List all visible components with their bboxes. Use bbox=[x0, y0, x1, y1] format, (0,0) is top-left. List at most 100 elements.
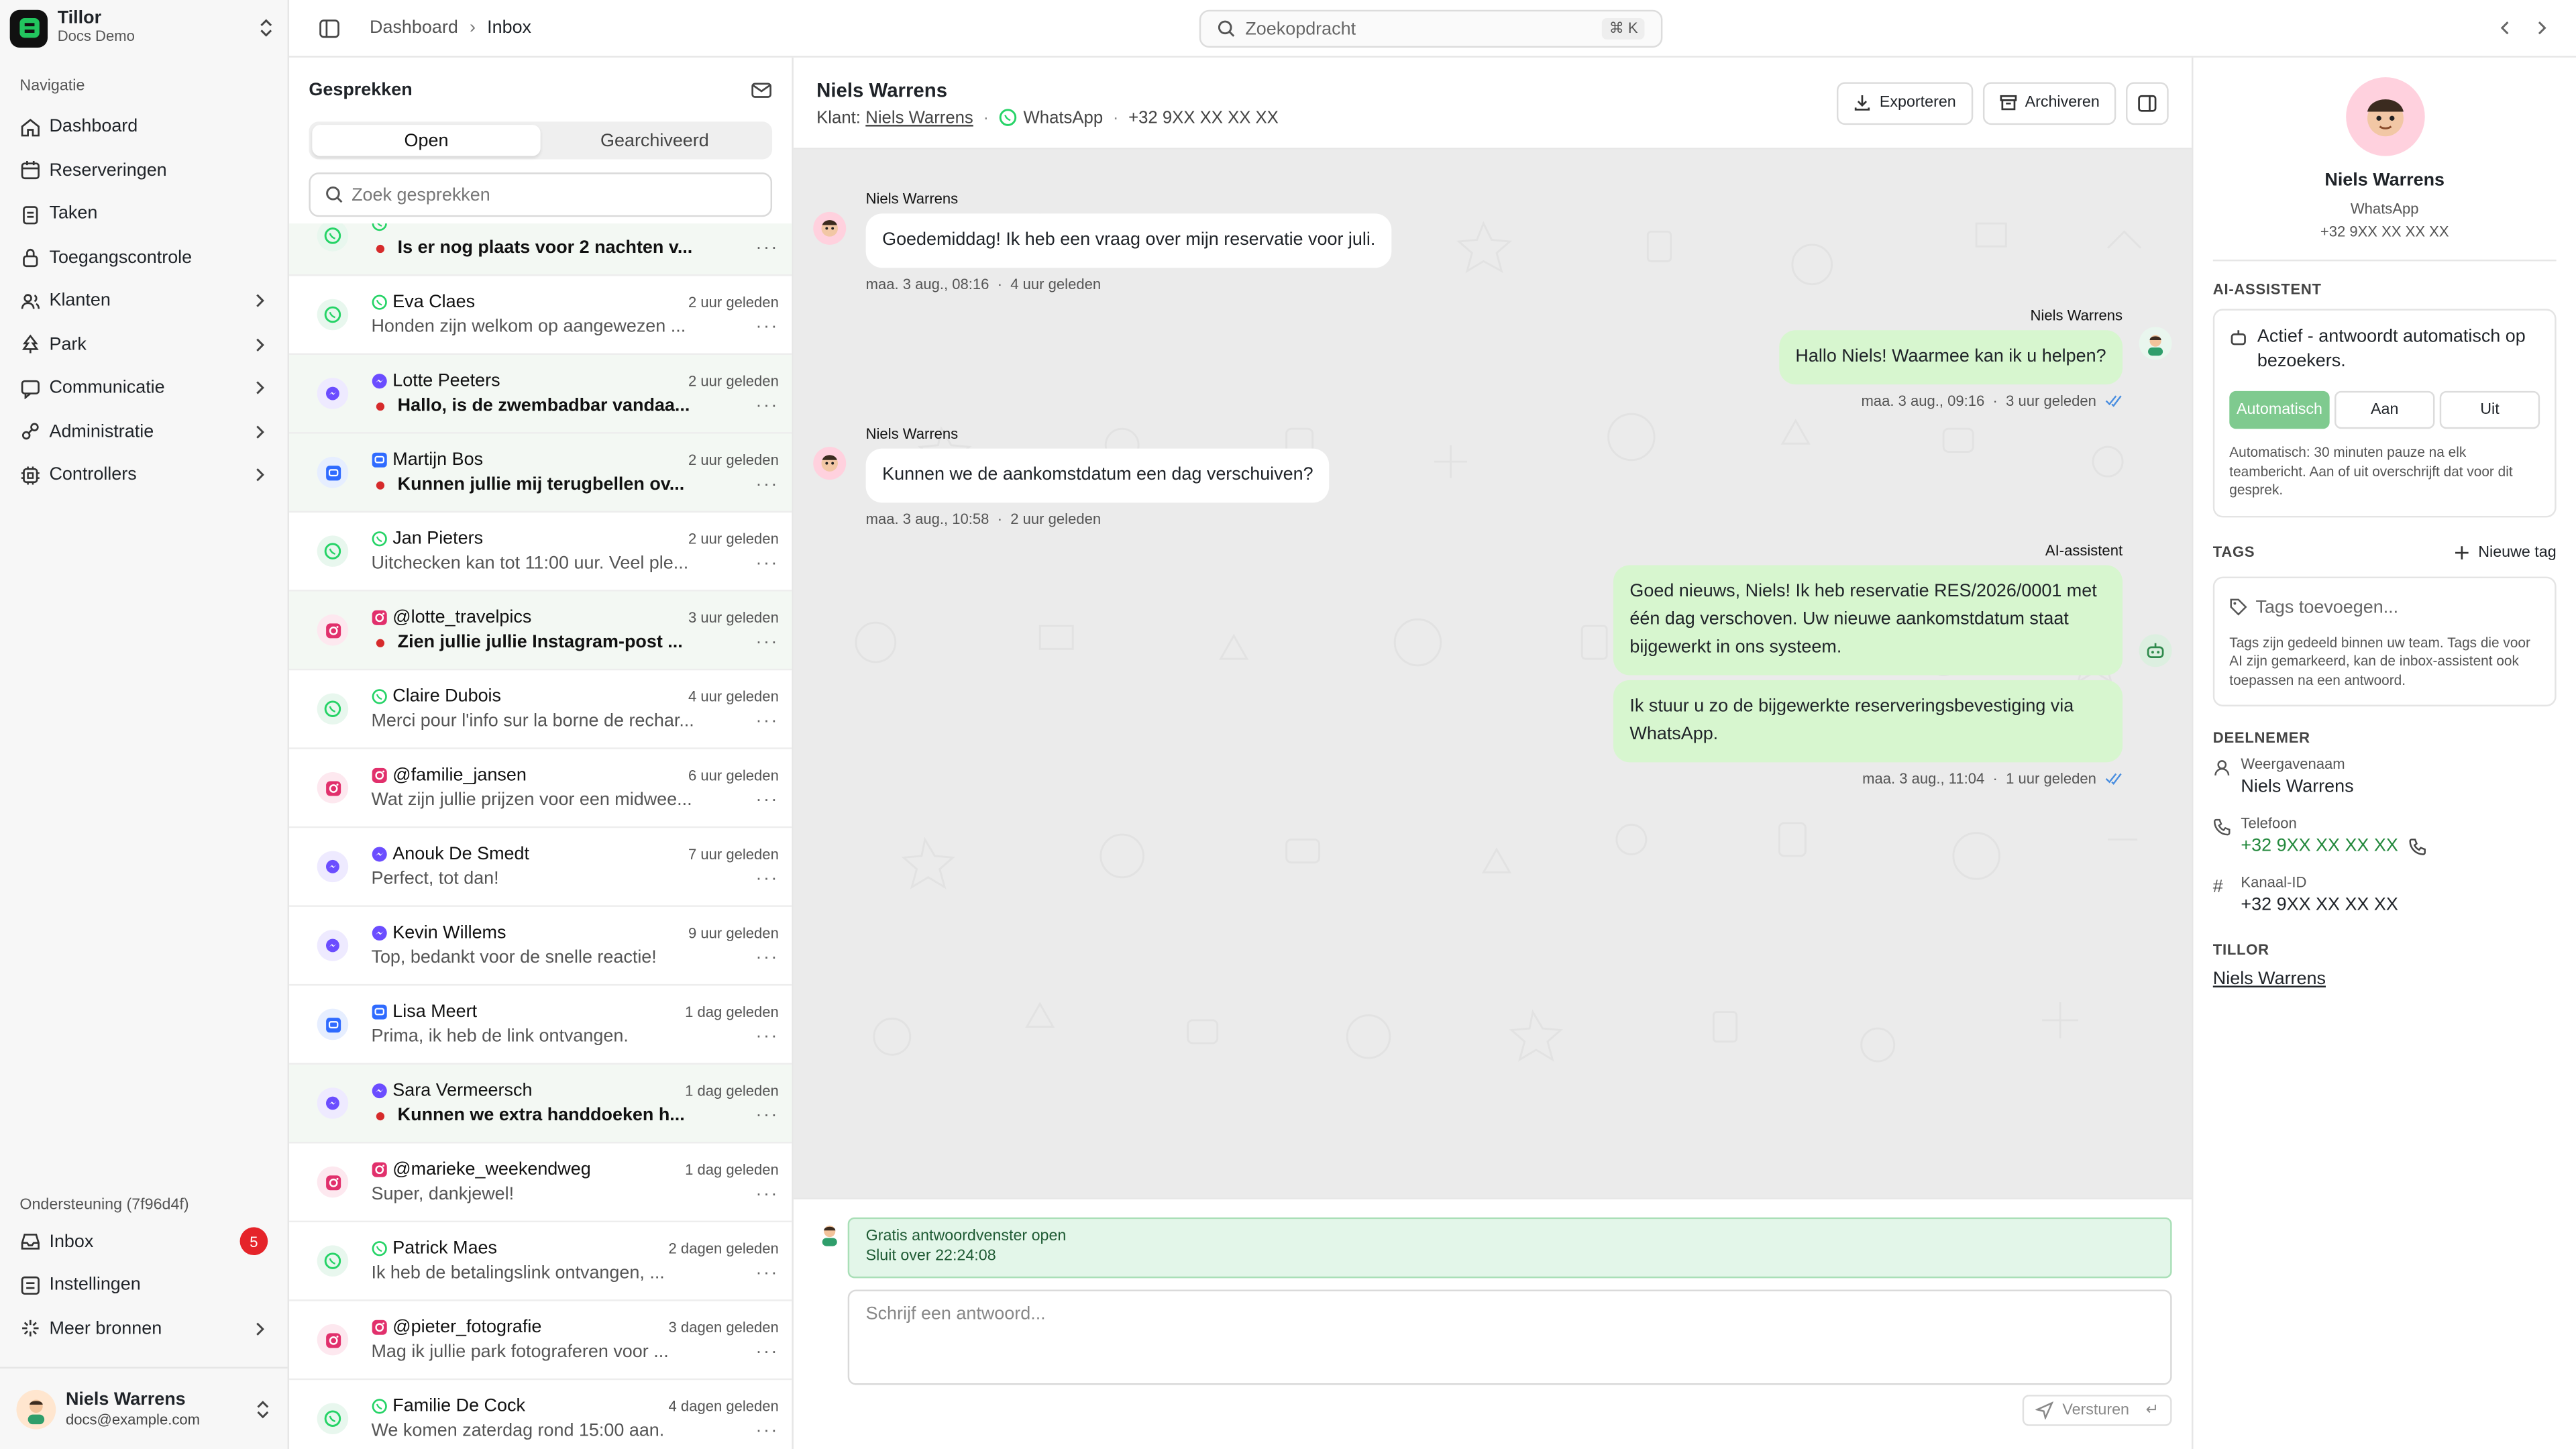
conversation-row[interactable]: Patrick Maes 2 dagen geleden Ik heb de bet… bbox=[289, 1222, 792, 1301]
display-name-value: Niels Warrens bbox=[2241, 777, 2354, 797]
ai-mode-automatic[interactable]: Automatisch bbox=[2229, 390, 2330, 429]
conversation-row[interactable]: Claire Dubois 4 uur geleden Merci pour l'i… bbox=[289, 670, 792, 749]
conversation-row[interactable]: @lotte_travelpics 3 uur geleden Zien julli… bbox=[289, 591, 792, 671]
more-options-icon[interactable]: ··· bbox=[756, 869, 779, 889]
tags-note: Tags zijn gedeeld binnen uw team. Tags d… bbox=[2229, 633, 2530, 688]
more-options-icon[interactable]: ··· bbox=[756, 1342, 779, 1362]
sidebar-item-inbox[interactable]: Inbox 5 bbox=[0, 1220, 288, 1263]
home-icon bbox=[19, 116, 41, 138]
sidebar-item-administratie[interactable]: Administratie bbox=[0, 410, 288, 453]
display-name-label: Weergavenaam bbox=[2241, 755, 2345, 773]
more-options-icon[interactable]: ··· bbox=[756, 1185, 779, 1204]
conversation-row[interactable]: Lotte Peeters 2 uur geleden Hallo, is de z… bbox=[289, 354, 792, 434]
download-icon bbox=[1854, 94, 1872, 112]
conversation-preview: Is er nog plaats voor 2 nachten v... bbox=[397, 238, 693, 258]
whatsapp-icon bbox=[999, 109, 1017, 127]
more-options-icon[interactable]: ··· bbox=[756, 1263, 779, 1283]
conversation-row[interactable]: @marieke_weekendweg 1 dag geleden Super, d… bbox=[289, 1144, 792, 1223]
conversation-row[interactable]: Is er nog plaats voor 2 nachten v... ··· bbox=[289, 223, 792, 276]
sidebar-item-meer-bronnen[interactable]: Meer bronnen bbox=[0, 1307, 288, 1350]
customer-link[interactable]: Niels Warrens bbox=[865, 107, 973, 127]
conversation-row[interactable]: Anouk De Smedt 7 uur geleden Perfect, tot … bbox=[289, 828, 792, 907]
chevron-right-icon bbox=[252, 293, 268, 309]
tab-archived[interactable]: Gearchiveerd bbox=[541, 125, 769, 156]
user-menu[interactable]: Niels Warrens docs@example.com bbox=[0, 1366, 288, 1449]
channel-id-label: Kanaal-ID bbox=[2241, 873, 2307, 891]
more-options-icon[interactable]: ··· bbox=[756, 1421, 779, 1440]
inbox-count-badge: 5 bbox=[239, 1228, 268, 1256]
org-switcher[interactable]: Tillor Docs Demo bbox=[0, 0, 288, 56]
more-options-icon[interactable]: ··· bbox=[756, 475, 779, 494]
conversation-search-input[interactable]: Zoek gesprekken bbox=[309, 172, 773, 217]
more-options-icon[interactable]: ··· bbox=[756, 1027, 779, 1046]
conversation-row[interactable]: Eva Claes 2 uur geleden Honden zijn welkom… bbox=[289, 276, 792, 355]
conversation-time: 4 uur geleden bbox=[688, 688, 779, 705]
more-options-icon[interactable]: ··· bbox=[756, 396, 779, 415]
breadcrumb-dashboard[interactable]: Dashboard bbox=[370, 18, 458, 38]
chat-header: Niels Warrens Klant: Niels Warrens · Wha… bbox=[793, 58, 2192, 150]
message-thread[interactable]: Niels Warrens Goedemiddag! Ik heb een vr… bbox=[793, 149, 2192, 1198]
more-options-icon[interactable]: ··· bbox=[756, 711, 779, 731]
messenger-icon bbox=[371, 373, 387, 389]
conversation-time: 9 uur geleden bbox=[688, 924, 779, 942]
sidebar-item-taken[interactable]: Taken bbox=[0, 193, 288, 236]
conversation-row[interactable]: Sara Vermeersch 1 dag geleden Kunnen we ex… bbox=[289, 1064, 792, 1144]
conversation-preview: Wat zijn jullie prijzen voor een midwee.… bbox=[371, 790, 692, 810]
sidebar-item-communicatie[interactable]: Communicatie bbox=[0, 366, 288, 410]
send-button[interactable]: Versturen ↵ bbox=[2023, 1395, 2172, 1426]
more-options-icon[interactable]: ··· bbox=[756, 238, 779, 258]
tags-input[interactable]: Tags toevoegen... bbox=[2229, 597, 2540, 617]
more-options-icon[interactable]: ··· bbox=[756, 948, 779, 967]
conversation-row[interactable]: Lisa Meert 1 dag geleden Prima, ik heb de … bbox=[289, 985, 792, 1065]
breadcrumb-inbox: Inbox bbox=[487, 17, 532, 38]
conversation-row[interactable]: @pieter_fotografie 3 dagen geleden Mag ik … bbox=[289, 1301, 792, 1381]
message-bubble: Goed nieuws, Niels! Ik heb reservatie RE… bbox=[1613, 565, 2123, 676]
conversation-preview: Zien jullie jullie Instagram-post ... bbox=[397, 632, 683, 653]
message-bubble: Kunnen we de aankomstdatum een dag versc… bbox=[865, 448, 1330, 503]
tillor-customer-link[interactable]: Niels Warrens bbox=[2213, 969, 2557, 989]
conversation-time: 2 uur geleden bbox=[688, 294, 779, 311]
sidebar-item-park[interactable]: Park bbox=[0, 323, 288, 366]
more-options-icon[interactable]: ··· bbox=[756, 317, 779, 337]
archive-button[interactable]: Archiveren bbox=[1982, 81, 2116, 124]
more-options-icon[interactable]: ··· bbox=[756, 553, 779, 573]
conversation-row[interactable]: @familie_jansen 6 uur geleden Wat zijn jul… bbox=[289, 749, 792, 828]
sidebar-toggle-icon[interactable] bbox=[319, 17, 340, 39]
tags-placeholder: Tags toevoegen... bbox=[2255, 597, 2399, 617]
new-tag-button[interactable]: Nieuwe tag bbox=[2455, 543, 2557, 561]
call-phone-icon[interactable] bbox=[2408, 837, 2426, 855]
sidebar-item-toegangscontrole[interactable]: Toegangscontrole bbox=[0, 235, 288, 279]
sidebar-item-instellingen[interactable]: Instellingen bbox=[0, 1263, 288, 1307]
more-options-icon[interactable]: ··· bbox=[756, 1106, 779, 1125]
forward-arrow-icon[interactable] bbox=[2533, 19, 2549, 36]
sidebar-item-klanten[interactable]: Klanten bbox=[0, 279, 288, 323]
conversation-name: Lotte Peeters bbox=[392, 371, 500, 391]
chevron-updown-icon bbox=[258, 18, 274, 38]
conversation-list-panel: Gesprekken Open Gearchiveerd Zoek gespre… bbox=[289, 57, 794, 1449]
phone-value-link[interactable]: +32 9XX XX XX XX bbox=[2241, 837, 2398, 856]
instagram-icon bbox=[317, 772, 349, 804]
conversation-row[interactable]: Jan Pieters 2 uur geleden Uitchecken kan t… bbox=[289, 513, 792, 592]
more-options-icon[interactable]: ··· bbox=[756, 633, 779, 652]
ai-mode-off[interactable]: Uit bbox=[2439, 390, 2540, 429]
org-sub: Docs Demo bbox=[57, 28, 135, 45]
compose-mail-icon[interactable] bbox=[751, 80, 772, 99]
sidebar-item-dashboard[interactable]: Dashboard bbox=[0, 105, 288, 149]
tags-heading: TAGS bbox=[2212, 543, 2255, 561]
user-name: Niels Warrens bbox=[65, 1389, 186, 1409]
tab-open[interactable]: Open bbox=[312, 125, 541, 156]
reply-textarea[interactable]: Schrijf een antwoord... bbox=[847, 1289, 2172, 1385]
sidebar-item-reserveringen[interactable]: Reserveringen bbox=[0, 149, 288, 193]
toggle-details-button[interactable] bbox=[2126, 81, 2169, 124]
sidebar-item-controllers[interactable]: Controllers bbox=[0, 453, 288, 497]
more-options-icon[interactable]: ··· bbox=[756, 790, 779, 810]
conversation-preview: Merci pour l'info sur la borne de rechar… bbox=[371, 711, 694, 731]
global-search[interactable]: Zoekopdracht ⌘ K bbox=[1199, 9, 1663, 48]
conversation-row[interactable]: Martijn Bos 2 uur geleden Kunnen jullie mi… bbox=[289, 433, 792, 513]
agent-avatar bbox=[813, 1217, 847, 1250]
conversation-row[interactable]: Kevin Willems 9 uur geleden Top, bedankt v… bbox=[289, 907, 792, 986]
ai-mode-on[interactable]: Aan bbox=[2334, 390, 2435, 429]
back-arrow-icon[interactable] bbox=[2497, 19, 2513, 36]
export-button[interactable]: Exporteren bbox=[1837, 81, 1973, 124]
conversation-row[interactable]: Familie De Cock 4 dagen geleden We komen z… bbox=[289, 1380, 792, 1449]
